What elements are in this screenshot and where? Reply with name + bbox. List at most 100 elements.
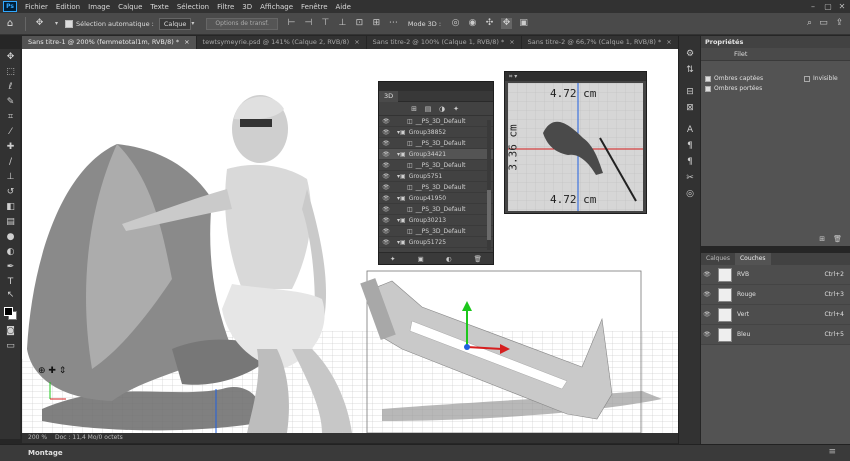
document-tab[interactable]: Sans titre-2 @ 100% (Calque 1, RVB/8) * × [367,36,522,49]
menu-item[interactable]: Filtre [217,3,234,11]
document-tab[interactable]: Sans titre-2 @ 66,7% (Calque 1, RVB/8) *… [522,36,679,49]
menu-item[interactable]: Fichier [25,3,48,11]
render-icon[interactable]: ▣ [418,255,424,263]
scene-row[interactable]: 👁 ▾▣ Group5751 [379,171,493,182]
secondary-view-header[interactable]: ⌗ ▾ [505,72,646,81]
glyphs-icon[interactable]: ¶ [683,156,697,169]
invisible-checkbox[interactable] [804,75,810,82]
document-tab[interactable]: tewtsymeyrie.psd @ 141% (Calque 2, RVB/8… [197,36,367,49]
zoom-level[interactable]: 200 % [28,434,47,441]
scene-row[interactable]: 👁 ▾▣ Group38852 [379,127,493,138]
view-tools-icon[interactable]: ⊕ ✚ ⇕ [38,366,66,376]
visibility-eye-icon[interactable]: 👁 [701,291,713,298]
scene-row[interactable]: 👁 ◫ __PS_3D_Default [379,160,493,171]
distribute-icon[interactable]: ⋯ [388,18,399,29]
paragraph-icon[interactable]: ¶ [683,140,697,153]
close-tab-icon[interactable]: × [666,38,671,46]
menu-item[interactable]: Affichage [260,3,293,11]
roll-3d-icon[interactable]: ◉ [467,18,478,29]
visibility-eye-icon[interactable]: 👁 [379,217,393,224]
close-button[interactable]: ✕ [835,0,849,13]
visibility-eye-icon[interactable]: 👁 [379,195,393,202]
scene-row[interactable]: 👁 ◫ __PS_3D_Default [379,226,493,237]
maximize-button[interactable]: ▢ [821,0,835,13]
foreground-color-swatch[interactable] [4,307,13,316]
align-middle-icon[interactable]: ⊡ [354,18,365,29]
secondary-view-viewport[interactable]: 4.72 cm 3.36 cm 4.72 cm [508,83,643,211]
search-icon[interactable]: ⌕ [804,18,815,29]
screen-mode-icon[interactable]: ▭ [3,340,18,353]
scene-row[interactable]: 👁 ▾▣ Group41950 [379,193,493,204]
pan-3d-icon[interactable]: ✣ [484,18,495,29]
menu-item[interactable]: Edition [56,3,80,11]
align-top-icon[interactable]: ⊥ [337,18,348,29]
visibility-eye-icon[interactable]: 👁 [701,311,713,318]
scale-3d-icon[interactable]: ▣ [518,18,529,29]
menu-item[interactable]: Image [88,3,110,11]
channel-row[interactable]: 👁 Bleu Ctrl+5 [701,325,850,345]
delete-icon[interactable]: 🗑 [833,235,842,243]
tool-presets-icon[interactable]: ✂ [683,172,697,185]
visibility-eye-icon[interactable]: 👁 [379,118,393,125]
timeline-tab[interactable]: Montage [28,449,63,457]
visibility-eye-icon[interactable]: 👁 [379,162,393,169]
scene-filter-icon[interactable]: ⊞ [409,105,419,113]
type-tool-icon[interactable]: T [3,276,18,289]
scene-row[interactable]: 👁 ◫ __PS_3D_Default [379,116,493,127]
gizmo-z-center[interactable] [464,344,470,350]
gradient-tool-icon[interactable]: ▤ [3,216,18,229]
visibility-eye-icon[interactable]: 👁 [379,129,393,136]
align-center-icon[interactable]: ⊣ [303,18,314,29]
eraser-tool-icon[interactable]: ◧ [3,201,18,214]
invisible-option[interactable]: Invisible [804,75,838,82]
visibility-eye-icon[interactable]: 👁 [379,206,393,213]
orbit-3d-icon[interactable]: ◎ [450,18,461,29]
dodge-tool-icon[interactable]: ◐ [3,246,18,259]
channel-row[interactable]: 👁 Vert Ctrl+4 [701,305,850,325]
scene-row[interactable]: 👁 ◫ __PS_3D_Default [379,138,493,149]
menu-item[interactable]: Calque [118,3,142,11]
visibility-eye-icon[interactable]: 👁 [379,184,393,191]
stamp-tool-icon[interactable]: ⊥ [3,171,18,184]
quick-mask-icon[interactable]: ◙ [3,325,18,338]
new-light-icon[interactable]: ✦ [390,255,395,263]
home-icon[interactable]: ⌂ [0,18,20,29]
menu-item[interactable]: Sélection [177,3,209,11]
drop-shadows-checkbox[interactable] [705,85,711,92]
menu-item[interactable]: Aide [336,3,351,11]
lasso-tool-icon[interactable]: ℓ [3,81,18,94]
history-icon[interactable]: ⚙ [683,48,697,61]
auto-select-checkbox[interactable] [65,19,73,28]
visibility-eye-icon[interactable]: 👁 [701,331,713,338]
panel-tab[interactable]: Calques [701,253,735,265]
menu-item[interactable]: 3D [242,3,252,11]
panel-tab[interactable]: Couches [734,253,771,265]
light-filter-icon[interactable]: ✦ [451,105,461,113]
material-filter-icon[interactable]: ◑ [437,105,447,113]
panel-menu-icon[interactable]: ≡ [828,447,836,457]
quick-select-tool-icon[interactable]: ✎ [3,96,18,109]
marquee-tool-icon[interactable]: ⬚ [3,66,18,79]
path-select-tool-icon[interactable]: ↖ [3,289,18,302]
close-tab-icon[interactable]: × [354,38,359,46]
document-info[interactable]: Doc : 11,4 Mo/0 octets [55,434,123,441]
close-tab-icon[interactable]: × [184,38,189,46]
drop-shadows-option[interactable]: Ombres portées [705,85,762,92]
trash-icon[interactable]: 🗑 [474,255,482,263]
scene-row[interactable]: 👁 ◫ __PS_3D_Default [379,204,493,215]
clone-source-icon[interactable]: ⊠ [683,102,697,115]
menu-item[interactable]: Texte [150,3,168,11]
channel-row[interactable]: 👁 RVB Ctrl+2 [701,265,850,285]
healing-brush-tool-icon[interactable]: ✚ [3,141,18,154]
scene-row[interactable]: 👁 ▾▣ Group34421 [379,149,493,160]
move-tool-icon[interactable]: ✥ [34,18,45,29]
slide-3d-icon[interactable]: ✥ [501,18,513,29]
move-tool-icon[interactable]: ✥ [3,51,18,64]
align-left-icon[interactable]: ⊢ [286,18,297,29]
share-icon[interactable]: ⇪ [834,18,845,29]
3d-panel-scrollbar[interactable] [487,120,491,250]
scene-row[interactable]: 👁 ▾▣ Group51725 [379,237,493,248]
scene-row[interactable]: 👁 ▾▣ Group30213 [379,215,493,226]
adjustments-icon[interactable]: ⇅ [683,64,697,77]
visibility-eye-icon[interactable]: 👁 [379,140,393,147]
